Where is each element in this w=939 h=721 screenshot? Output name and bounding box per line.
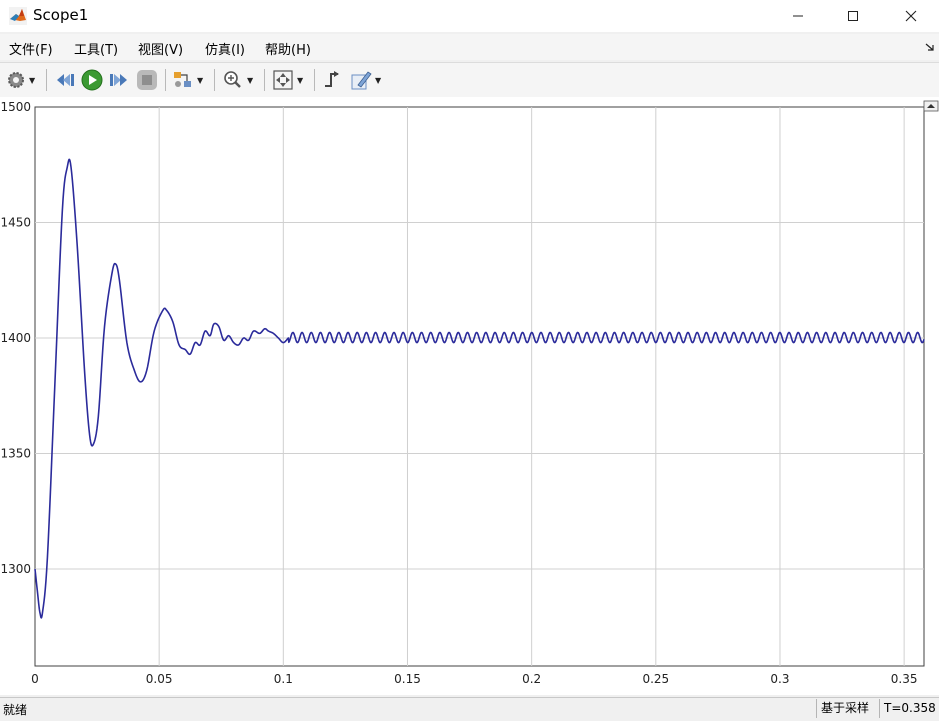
step-back-icon <box>57 74 74 86</box>
stop-button[interactable] <box>136 68 158 92</box>
stop-icon <box>137 70 157 90</box>
dock-arrow-icon[interactable] <box>925 41 935 51</box>
step-back-button[interactable] <box>54 68 76 92</box>
x-tick-label: 0.15 <box>394 672 421 686</box>
status-text: 就绪 <box>3 703 28 717</box>
close-icon <box>905 10 917 22</box>
x-tick-label: 0 <box>31 672 39 686</box>
signal-select-icon <box>174 72 191 87</box>
dropdown-arrow-icon: ▼ <box>375 75 382 85</box>
menu-file[interactable]: 文件(F) <box>9 39 53 58</box>
minimize-button[interactable] <box>775 0 821 32</box>
dropdown-arrow-icon: ▼ <box>197 75 204 85</box>
sample-mode-indicator: 基于采样 <box>816 699 873 718</box>
axes-box <box>34 106 925 667</box>
step-forward-icon <box>110 74 127 86</box>
run-button[interactable] <box>81 68 103 92</box>
simulation-time: T=0.358 <box>879 699 939 718</box>
autoscale-icon <box>273 70 293 90</box>
x-tick-label: 0.05 <box>146 672 173 686</box>
menu-help[interactable]: 帮助(H) <box>265 39 311 58</box>
style-icon <box>351 71 372 90</box>
maximize-button[interactable] <box>830 0 876 32</box>
step-forward-button[interactable] <box>108 68 130 92</box>
signal-select-button[interactable]: ▼ <box>172 68 203 92</box>
title-bar: Scope1 <box>0 0 939 32</box>
run-icon <box>81 69 103 91</box>
matlab-logo-icon <box>9 7 27 25</box>
window-title: Scope1 <box>33 6 89 24</box>
close-button[interactable] <box>888 0 934 32</box>
gear-icon <box>8 72 24 88</box>
triggers-button[interactable] <box>322 68 344 92</box>
y-tick-label: 1350 <box>0 446 31 460</box>
menu-tools[interactable]: 工具(T) <box>74 39 118 58</box>
autoscale-button[interactable]: ▼ <box>272 68 303 92</box>
scope-axes[interactable]: 0 0.05 0.1 0.15 0.2 0.25 0.3 0.35 1300 1350 1400 14… <box>0 97 939 695</box>
dropdown-arrow-icon: ▼ <box>29 75 36 85</box>
x-tick-label: 0.3 <box>770 672 789 686</box>
legend-toggle-button[interactable] <box>923 100 939 112</box>
menu-view[interactable]: 视图(V) <box>138 39 183 58</box>
minimize-icon <box>793 15 803 17</box>
zoom-button[interactable]: ▼ <box>222 68 253 92</box>
menu-bar: 文件(F) 工具(T) 视图(V) 仿真(I) 帮助(H) <box>0 34 939 60</box>
menu-simulation[interactable]: 仿真(I) <box>205 39 245 58</box>
toolbar: ▼ ▼ ▼ ▼ ▼ <box>0 62 939 98</box>
x-tick-label: 0.35 <box>891 672 918 686</box>
dropdown-arrow-icon: ▼ <box>297 75 304 85</box>
status-bar: 就绪 基于采样 T=0.358 <box>0 697 939 721</box>
x-tick-label: 0.1 <box>274 672 293 686</box>
y-tick-label: 1400 <box>0 331 31 345</box>
configuration-button[interactable]: ▼ <box>6 68 35 92</box>
y-tick-label: 1300 <box>0 562 31 576</box>
zoom-in-icon <box>224 71 241 88</box>
style-button[interactable]: ▼ <box>350 68 381 92</box>
dropdown-arrow-icon: ▼ <box>247 75 254 85</box>
y-tick-label: 1450 <box>0 215 31 229</box>
maximize-icon <box>848 11 858 21</box>
x-tick-label: 0.2 <box>522 672 541 686</box>
x-tick-label: 0.25 <box>642 672 669 686</box>
triggers-icon <box>325 71 339 87</box>
scope-display[interactable]: 0 0.05 0.1 0.15 0.2 0.25 0.3 0.35 1300 1350 1400 14… <box>0 97 939 695</box>
y-tick-label: 1500 <box>0 100 31 114</box>
